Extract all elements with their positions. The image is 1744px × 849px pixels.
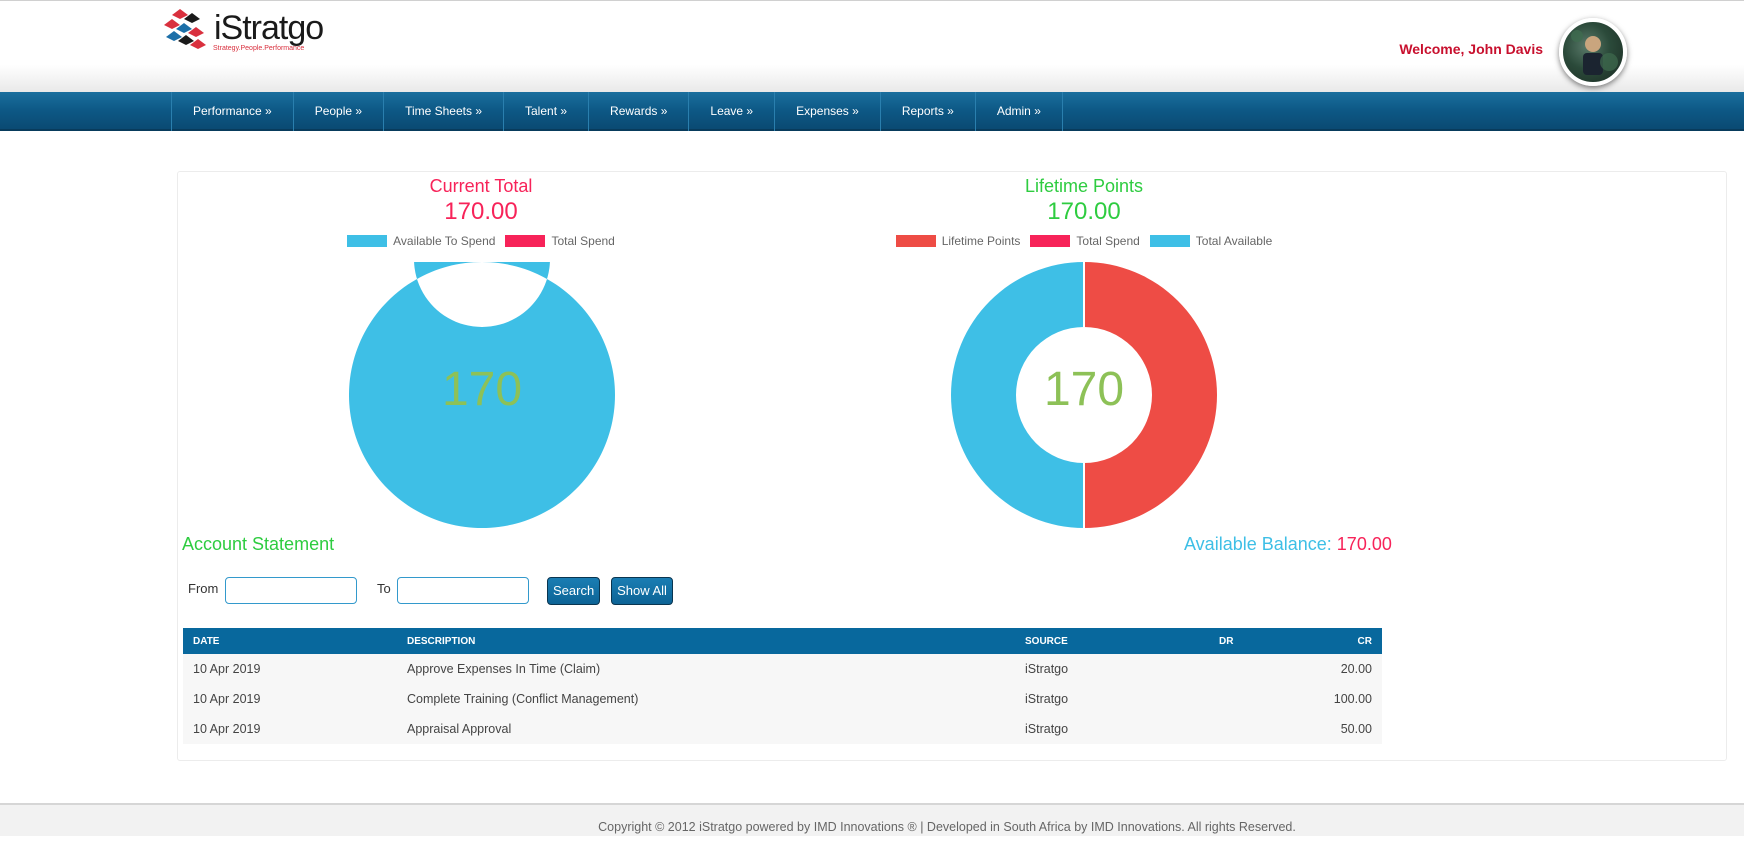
current-total-donut: 170 [348,191,615,528]
user-avatar[interactable] [1559,18,1627,86]
current-total-title: Current Total [429,176,533,196]
copyright-text: Copyright © 2012 iStratgo powered by IMD… [598,820,1296,834]
current-total-center-value: 170 [441,363,523,416]
account-statement-title: Account Statement [182,534,335,554]
to-date-input[interactable] [397,577,529,604]
lifetime-points-legend-swatch [1030,235,1071,247]
current-total-legend-item[interactable]: Total Spend [505,234,615,248]
show-all-button[interactable]: Show All [611,577,673,605]
from-label: From [188,581,219,596]
lifetime-points-legend: Lifetime Points Total Spend Total Availabl… [884,234,1284,248]
lifetime-points-block: Lifetime Points 170.00 Lifetime Points To… [884,176,1284,248]
current-total-legend-label: Total Spend [551,234,615,248]
to-label: To [377,581,391,596]
row-description: Complete Training (Conflict Management) [407,692,639,706]
current-total-block: Current Total 170.00 Available To Spend T… [281,176,681,248]
brand-tagline: Strategy.People.Performance [213,45,305,52]
lifetime-points-value: 170.00 [1047,198,1121,225]
row-description: Approve Expenses In Time (Claim) [407,662,601,676]
nav-item-expenses[interactable]: Expenses » [775,92,881,131]
available-balance-label: Available Balance: [1184,534,1332,554]
nav-item-admin[interactable]: Admin » [976,92,1063,131]
main-nav: Performance » People » Time Sheets » Talent… [0,92,1744,131]
statement-table: DATE DESCRIPTION SOURCE DR CR 10 Apr 201… [183,628,1382,744]
footer: Copyright © 2012 iStratgo powered by IMD… [0,803,1744,836]
logo-mark-icon [164,9,206,49]
available-balance-value: 170.00 [1336,534,1392,554]
lifetime-points-title: Lifetime Points [1024,176,1144,196]
row-source: iStratgo [1025,662,1069,676]
row-cr: 50.00 [1340,722,1372,736]
row-source: iStratgo [1025,692,1069,706]
current-total-legend: Available To Spend Total Spend [281,234,681,248]
table-row: 10 Apr 2019 Complete Training (Conflict … [183,684,1382,714]
nav-item-reports[interactable]: Reports » [881,92,976,131]
lifetime-points-legend-swatch [895,235,936,247]
table-row: 10 Apr 2019 Appraisal Approval iStratgo … [183,714,1382,744]
nav-item-leave[interactable]: Leave » [689,92,776,131]
lifetime-points-center-value: 170 [1043,363,1125,416]
nav-item-talent[interactable]: Talent » [504,92,590,131]
lifetime-points-legend-item[interactable]: Total Available [1149,234,1273,248]
table-row: 10 Apr 2019 Approve Expenses In Time (Cl… [183,654,1382,684]
column-source[interactable]: SOURCE [1015,628,1209,654]
row-description: Appraisal Approval [407,722,512,736]
header: iStratgo Strategy.People.Performance Wel… [0,0,1744,92]
row-dr [1209,684,1269,714]
nav-list: Performance » People » Time Sheets » Talent… [171,92,1063,131]
row-cr: 20.00 [1340,662,1372,676]
current-total-value: 170.00 [444,198,518,225]
search-button[interactable]: Search [547,577,600,605]
current-total-legend-item[interactable]: Available To Spend [347,234,495,248]
row-source: iStratgo [1025,722,1069,736]
lifetime-points-legend-label: Total Spend [1076,234,1140,248]
row-dr [1209,654,1269,684]
lifetime-points-legend-item[interactable]: Total Spend [1030,234,1140,248]
column-description[interactable]: DESCRIPTION [397,628,1015,654]
lifetime-points-legend-label: Lifetime Points [941,234,1021,248]
current-total-legend-swatch [347,235,388,247]
lifetime-points-legend-item[interactable]: Lifetime Points [895,234,1021,248]
row-date: 10 Apr 2019 [193,662,261,676]
nav-item-performance[interactable]: Performance » [172,92,294,131]
row-date: 10 Apr 2019 [193,692,261,706]
current-total-legend-label: Available To Spend [393,234,496,248]
avatar-image-icon [1571,30,1618,75]
brand-name: iStratgo [214,9,324,47]
lifetime-points-donut: 170 [951,262,1217,528]
available-balance: Available Balance: 170.00 [1184,534,1392,555]
column-dr[interactable]: DR [1209,628,1269,654]
column-date[interactable]: DATE [183,628,397,654]
brand-logo[interactable]: iStratgo Strategy.People.Performance [162,7,324,57]
row-dr [1209,714,1269,744]
lifetime-points-legend-label: Total Available [1195,234,1273,248]
column-cr[interactable]: CR [1269,628,1382,654]
nav-item-time-sheets[interactable]: Time Sheets » [384,92,504,131]
statement-header-row: DATE DESCRIPTION SOURCE DR CR [183,628,1382,654]
nav-item-rewards[interactable]: Rewards » [589,92,690,131]
row-cr: 100.00 [1333,692,1372,706]
lifetime-points-legend-swatch [1149,235,1190,247]
welcome-message: Welcome, John Davis [1399,41,1543,57]
current-total-legend-swatch [505,235,546,247]
nav-item-people[interactable]: People » [294,92,385,131]
from-date-input[interactable] [225,577,357,604]
row-date: 10 Apr 2019 [193,722,261,736]
